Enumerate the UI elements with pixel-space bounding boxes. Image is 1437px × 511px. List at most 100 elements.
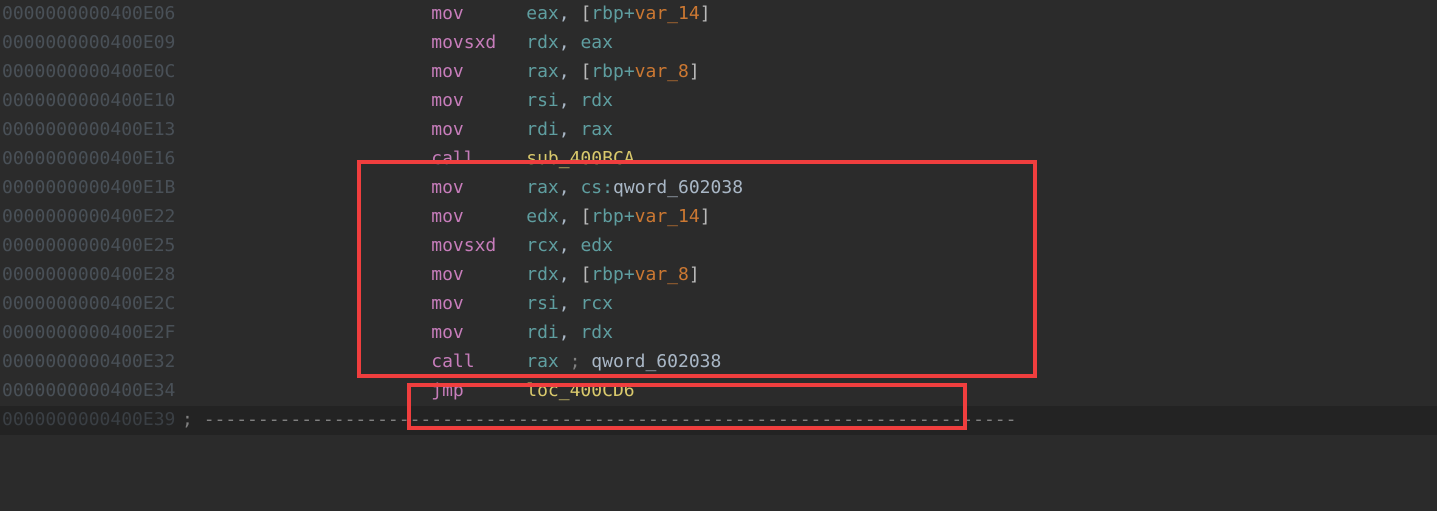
operand-token: + [624, 0, 635, 29]
operand-token: , [559, 319, 581, 348]
asm-line[interactable]: 0000000000400E34 jmploc_400CD6 [0, 377, 1437, 406]
asm-line[interactable]: 0000000000400E09 movsxdrdx, eax [0, 29, 1437, 58]
indent [182, 87, 431, 116]
operand-token: rbp [591, 0, 624, 29]
mnemonic: mov [431, 290, 526, 319]
address: 0000000000400E22 [2, 203, 182, 232]
address: 0000000000400E28 [2, 261, 182, 290]
asm-line[interactable]: 0000000000400E32 callrax ; qword_602038 [0, 348, 1437, 377]
mnemonic: mov [431, 0, 526, 29]
indent [182, 29, 431, 58]
indent [182, 377, 431, 406]
asm-line[interactable]: 0000000000400E0C movrax, [rbp+var_8] [0, 58, 1437, 87]
operand-token: var_14 [635, 203, 700, 232]
address: 0000000000400E2C [2, 290, 182, 319]
mnemonic: mov [431, 203, 526, 232]
operand-token: + [624, 203, 635, 232]
operand-token: edx [526, 203, 559, 232]
operand-token: rax [526, 58, 559, 87]
mnemonic: movsxd [431, 232, 526, 261]
indent [182, 58, 431, 87]
address: 0000000000400E32 [2, 348, 182, 377]
operand-token: rcx [580, 290, 613, 319]
indent [182, 174, 431, 203]
mnemonic: mov [431, 116, 526, 145]
asm-line[interactable]: 0000000000400E25 movsxdrcx, edx [0, 232, 1437, 261]
operand-token: rbp [591, 261, 624, 290]
operand-token: qword_602038 [591, 348, 721, 377]
address: 0000000000400E1B [2, 174, 182, 203]
asm-line[interactable]: 0000000000400E16 callsub_400BCA [0, 145, 1437, 174]
operand-token: loc_400CD6 [526, 377, 634, 406]
operand-token: , [559, 87, 581, 116]
operand-token: + [624, 58, 635, 87]
asm-line[interactable]: 0000000000400E28 movrdx, [rbp+var_8] [0, 261, 1437, 290]
address: 0000000000400E10 [2, 87, 182, 116]
operand-token: rsi [526, 87, 559, 116]
mnemonic: jmp [431, 377, 526, 406]
operand-token: ; [559, 348, 592, 377]
mnemonic: mov [431, 174, 526, 203]
asm-line[interactable]: 0000000000400E2C movrsi, rcx [0, 290, 1437, 319]
indent [182, 203, 431, 232]
indent [182, 348, 431, 377]
operand-token: , [559, 0, 581, 29]
mnemonic: call [431, 145, 526, 174]
operand-token: cs [580, 174, 602, 203]
operand-token: var_14 [635, 0, 700, 29]
address: 0000000000400E09 [2, 29, 182, 58]
asm-line[interactable]: 0000000000400E06 moveax, [rbp+var_14] [0, 0, 1437, 29]
operand-token: ] [700, 203, 711, 232]
address: 0000000000400E0C [2, 58, 182, 87]
operand-token: sub_400BCA [526, 145, 634, 174]
operand-token: rdx [580, 319, 613, 348]
address: 0000000000400E25 [2, 232, 182, 261]
indent [182, 116, 431, 145]
asm-line[interactable]: 0000000000400E22 movedx, [rbp+var_14] [0, 203, 1437, 232]
operand-token: rdx [526, 29, 559, 58]
operand-token: rax [526, 348, 559, 377]
operand-token: [ [580, 203, 591, 232]
operand-token: rdx [580, 87, 613, 116]
indent [182, 145, 431, 174]
operand-token: [ [580, 58, 591, 87]
operand-token: , [559, 232, 581, 261]
address: 0000000000400E34 [2, 377, 182, 406]
operand-token: var_8 [635, 58, 689, 87]
indent [182, 290, 431, 319]
mnemonic: mov [431, 319, 526, 348]
asm-line[interactable]: 0000000000400E1B movrax, cs:qword_602038 [0, 174, 1437, 203]
address: 0000000000400E13 [2, 116, 182, 145]
operand-token: var_8 [635, 261, 689, 290]
operand-token: rbp [591, 58, 624, 87]
operand-token: , [559, 174, 581, 203]
disassembly-view[interactable]: 0000000000400E06 moveax, [rbp+var_14]000… [0, 0, 1437, 435]
asm-line[interactable]: 0000000000400E13 movrdi, rax [0, 116, 1437, 145]
operand-token: rax [526, 174, 559, 203]
mnemonic: mov [431, 58, 526, 87]
operand-token: , [559, 58, 581, 87]
indent [182, 319, 431, 348]
operand-token: rcx [526, 232, 559, 261]
indent [182, 232, 431, 261]
asm-line[interactable]: 0000000000400E2F movrdi, rdx [0, 319, 1437, 348]
operand-token: , [559, 261, 581, 290]
address: 0000000000400E06 [2, 0, 182, 29]
indent [182, 0, 431, 29]
operand-token: : [602, 174, 613, 203]
separator-line: 0000000000400E39; ----------------------… [0, 406, 1437, 435]
operand-token: rdi [526, 116, 559, 145]
mnemonic: mov [431, 87, 526, 116]
operand-token: eax [580, 29, 613, 58]
operand-token: ] [700, 0, 711, 29]
operand-token: rsi [526, 290, 559, 319]
operand-token: ] [689, 261, 700, 290]
address: 0000000000400E2F [2, 319, 182, 348]
mnemonic: movsxd [431, 29, 526, 58]
asm-line[interactable]: 0000000000400E10 movrsi, rdx [0, 87, 1437, 116]
operand-token: qword_602038 [613, 174, 743, 203]
operand-token: edx [580, 232, 613, 261]
operand-token: rax [580, 116, 613, 145]
operand-token: , [559, 116, 581, 145]
address: 0000000000400E16 [2, 145, 182, 174]
